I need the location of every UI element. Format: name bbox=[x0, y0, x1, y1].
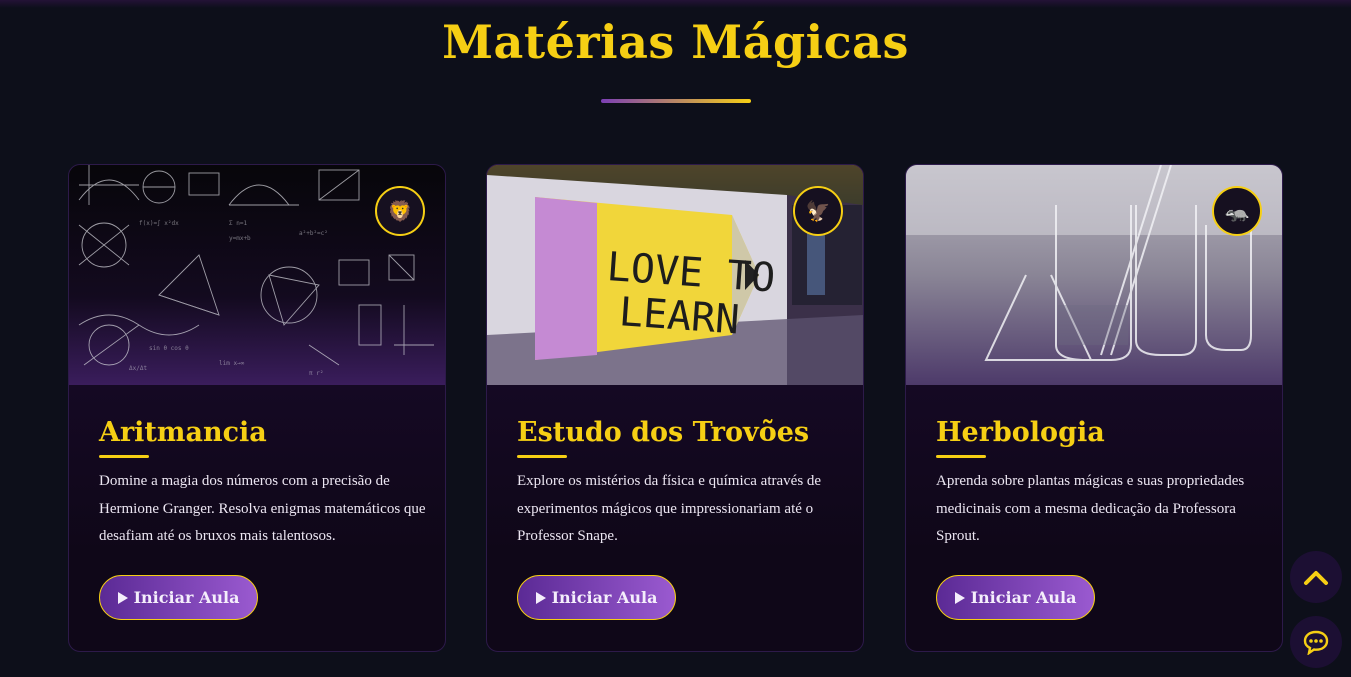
card-title-underline bbox=[936, 455, 986, 458]
card-title: Estudo dos Trovões bbox=[517, 417, 810, 448]
eagle-icon: 🦅 bbox=[793, 186, 843, 236]
subject-card-herbologia: 🦡 Herbologia Aprenda sobre plantas mágic… bbox=[905, 164, 1283, 652]
chevron-up-icon bbox=[1304, 571, 1328, 585]
title-divider bbox=[601, 99, 751, 103]
svg-text:π r²: π r² bbox=[309, 370, 323, 377]
card-description: Aprenda sobre plantas mágicas e suas pro… bbox=[936, 473, 1245, 544]
button-label: Iniciar Aula bbox=[133, 588, 240, 607]
button-label: Iniciar Aula bbox=[551, 588, 658, 607]
start-lesson-button[interactable]: Iniciar Aula bbox=[517, 575, 676, 620]
lion-icon: 🦁 bbox=[375, 186, 425, 236]
image-text-line2: LEARN bbox=[618, 289, 741, 343]
button-label: Iniciar Aula bbox=[970, 588, 1077, 607]
card-description: Explore os mistérios da física e química… bbox=[517, 473, 822, 544]
card-title: Herbologia bbox=[936, 417, 1105, 448]
svg-text:y=mx+b: y=mx+b bbox=[229, 235, 251, 242]
chat-bubble-icon bbox=[1303, 630, 1329, 655]
scroll-top-button[interactable] bbox=[1290, 551, 1342, 603]
card-title: Aritmancia bbox=[99, 417, 267, 448]
card-title-underline bbox=[517, 455, 567, 458]
svg-text:f(x)=∫ x²dx: f(x)=∫ x²dx bbox=[139, 219, 179, 227]
card-description: Domine a magia dos números com a precisã… bbox=[99, 473, 426, 544]
start-lesson-button[interactable]: Iniciar Aula bbox=[936, 575, 1095, 620]
chat-button[interactable] bbox=[1290, 616, 1342, 668]
top-bar bbox=[0, 0, 1351, 8]
subject-card-aritmancia: f(x)=∫ x²dx Σ n=1 a²+b²=c² sin θ cos θ lim… bbox=[68, 164, 446, 652]
svg-text:a²+b²=c²: a²+b²=c² bbox=[299, 230, 328, 237]
svg-text:sin θ cos θ: sin θ cos θ bbox=[149, 345, 189, 352]
play-icon bbox=[535, 591, 546, 604]
section-title: Matérias Mágicas bbox=[442, 15, 909, 69]
svg-text:Σ n=1: Σ n=1 bbox=[229, 220, 247, 227]
start-lesson-button[interactable]: Iniciar Aula bbox=[99, 575, 258, 620]
badger-icon: 🦡 bbox=[1212, 186, 1262, 236]
subject-card-estudo-dos-trovoes: LOVE TO LEARN 🦅 Estudo dos Trovões Explo… bbox=[486, 164, 864, 652]
play-icon bbox=[117, 591, 128, 604]
svg-text:Δx/Δt: Δx/Δt bbox=[129, 365, 147, 372]
card-title-underline bbox=[99, 455, 149, 458]
play-icon bbox=[954, 591, 965, 604]
svg-text:lim x→∞: lim x→∞ bbox=[219, 360, 245, 367]
